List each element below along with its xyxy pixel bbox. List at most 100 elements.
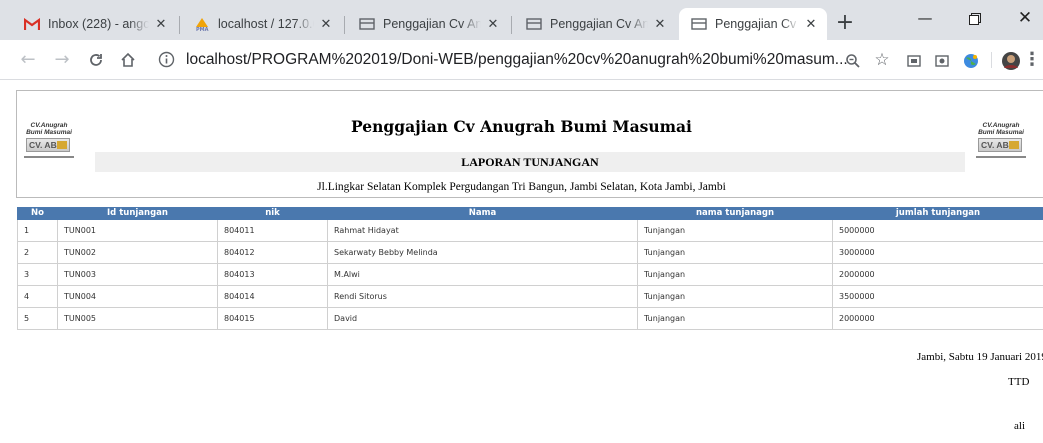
cell-nama: M.Alwi <box>327 263 638 286</box>
column-header: nik <box>217 207 328 220</box>
forward-arrow-icon[interactable]: → <box>50 48 74 72</box>
logo-underline <box>976 156 1026 158</box>
cell-nama-tunjangan: Tunjangan <box>637 285 833 308</box>
cell-nama-tunjangan: Tunjangan <box>637 241 833 264</box>
cell-nama: Rahmat Hidayat <box>327 219 638 242</box>
cell-jumlah: 3500000 <box>832 285 1043 308</box>
cell-nama: Rendi Sitorus <box>327 285 638 308</box>
logo-badge: CV. ABM <box>978 138 1022 152</box>
report-title: LAPORAN TUNJANGAN <box>95 152 965 172</box>
cell-nik: 804011 <box>217 219 328 242</box>
cell-nik: 804012 <box>217 241 328 264</box>
info-icon[interactable] <box>158 51 175 68</box>
cell-no: 5 <box>17 307 58 330</box>
document-icon <box>359 16 375 32</box>
table-row: 2 TUN002 804012 Sekarwaty Bebby Melinda … <box>17 241 1043 264</box>
cell-id: TUN002 <box>57 241 218 264</box>
cell-no: 2 <box>17 241 58 264</box>
home-icon[interactable] <box>116 48 140 72</box>
signature-label: TTD <box>1008 376 1030 388</box>
tab-title: localhost / 127.0.0 <box>218 17 314 31</box>
cell-no: 3 <box>17 263 58 286</box>
cell-id: TUN004 <box>57 285 218 308</box>
tab-divider <box>179 16 180 34</box>
cell-nama-tunjangan: Tunjangan <box>637 307 833 330</box>
close-icon[interactable]: ✕ <box>153 16 169 32</box>
column-header: No <box>17 207 58 220</box>
cell-nik: 804015 <box>217 307 328 330</box>
document-icon <box>691 16 707 32</box>
tab-strip: Inbox (228) - angc ✕ PMA localhost / 127… <box>0 0 1043 40</box>
menu-kebab-icon[interactable]: ⋮ <box>1022 50 1042 70</box>
tab-divider <box>344 16 345 34</box>
tab-penggajian-1[interactable]: Penggajian Cv An ✕ <box>347 8 509 40</box>
page-viewport: CV.Anugrah Bumi Masumai CV. ABM CV.Anugr… <box>0 80 1043 443</box>
tab-title: Penggajian Cv An <box>383 17 481 31</box>
cell-jumlah: 2000000 <box>832 307 1043 330</box>
cell-nama-tunjangan: Tunjangan <box>637 219 833 242</box>
table-row: 5 TUN005 804015 David Tunjangan 2000000 <box>17 307 1043 330</box>
cell-nama: David <box>327 307 638 330</box>
column-header: Id tunjangan <box>57 207 218 220</box>
gmail-icon <box>24 16 40 32</box>
tab-phpmyadmin[interactable]: PMA localhost / 127.0.0 ✕ <box>182 8 342 40</box>
tab-divider <box>511 16 512 34</box>
company-address: Jl.Lingkar Selatan Komplek Pergudangan T… <box>317 181 726 193</box>
extension-icon[interactable] <box>904 50 924 70</box>
column-header: Nama <box>327 207 638 220</box>
table-row: 3 TUN003 804013 M.Alwi Tunjangan 2000000 <box>17 263 1043 286</box>
logo-badge: CV. ABM <box>26 138 70 152</box>
tab-penggajian-active[interactable]: Penggajian Cv An ✕ <box>679 8 827 40</box>
close-icon[interactable]: ✕ <box>318 16 334 32</box>
minimize-icon[interactable]: — <box>910 6 940 30</box>
table-row: 4 TUN004 804014 Rendi Sitorus Tunjangan … <box>17 285 1043 308</box>
close-icon[interactable]: ✕ <box>485 16 501 32</box>
document-icon <box>526 16 542 32</box>
cell-no: 1 <box>17 219 58 242</box>
cell-nik: 804014 <box>217 285 328 308</box>
column-header: nama tunjanagn <box>637 207 833 220</box>
cell-jumlah: 3000000 <box>832 241 1043 264</box>
globe-extension-icon[interactable] <box>961 50 981 70</box>
cell-id: TUN005 <box>57 307 218 330</box>
extension-icon[interactable] <box>932 50 952 70</box>
cell-id: TUN003 <box>57 263 218 286</box>
bookmark-star-icon[interactable]: ☆ <box>872 50 892 70</box>
table-row: 1 TUN001 804011 Rahmat Hidayat Tunjangan… <box>17 219 1043 242</box>
profile-avatar-icon[interactable] <box>1001 50 1021 70</box>
cell-id: TUN001 <box>57 219 218 242</box>
logo-gold-mark <box>1009 141 1019 149</box>
zoom-icon[interactable] <box>843 50 863 70</box>
svg-text:PMA: PMA <box>196 27 209 32</box>
browser-toolbar: ← → localhost/PROGRAM%202019/Doni-WEB/pe… <box>0 40 1043 80</box>
cell-nama: Sekarwaty Bebby Melinda <box>327 241 638 264</box>
tab-title: Inbox (228) - angc <box>48 17 149 31</box>
new-tab-plus-icon[interactable]: + <box>833 12 857 36</box>
company-title: Penggajian Cv Anugrah Bumi Masumai <box>351 117 692 136</box>
close-window-icon[interactable]: ✕ <box>1010 6 1040 30</box>
place-date: Jambi, Sabtu 19 Januari 2019 <box>917 351 1043 363</box>
tab-title: Penggajian Cv An <box>715 17 799 31</box>
cell-nama-tunjangan: Tunjangan <box>637 263 833 286</box>
reload-icon[interactable] <box>84 48 108 72</box>
logo-gold-mark <box>57 141 67 149</box>
close-icon[interactable]: ✕ <box>652 16 668 32</box>
back-arrow-icon[interactable]: ← <box>16 48 40 72</box>
signer-name: ali <box>1014 420 1025 432</box>
address-bar-input[interactable]: localhost/PROGRAM%202019/Doni-WEB/pengga… <box>186 48 848 72</box>
tab-title: Penggajian Cv An <box>550 17 648 31</box>
phpmyadmin-icon: PMA <box>194 16 210 32</box>
logo-underline <box>24 156 74 158</box>
cell-nik: 804013 <box>217 263 328 286</box>
restore-icon[interactable] <box>960 6 990 30</box>
column-header: jumlah tunjangan <box>832 207 1043 220</box>
tab-penggajian-2[interactable]: Penggajian Cv An ✕ <box>514 8 676 40</box>
cell-jumlah: 2000000 <box>832 263 1043 286</box>
cell-jumlah: 5000000 <box>832 219 1043 242</box>
cell-no: 4 <box>17 285 58 308</box>
table-header-row: No Id tunjangan nik Nama nama tunjanagn … <box>17 207 1043 220</box>
allowance-table: No Id tunjangan nik Nama nama tunjanagn … <box>17 207 1043 330</box>
tab-inbox[interactable]: Inbox (228) - angc ✕ <box>12 8 177 40</box>
close-icon[interactable]: ✕ <box>803 16 819 32</box>
toolbar-divider <box>991 52 992 68</box>
